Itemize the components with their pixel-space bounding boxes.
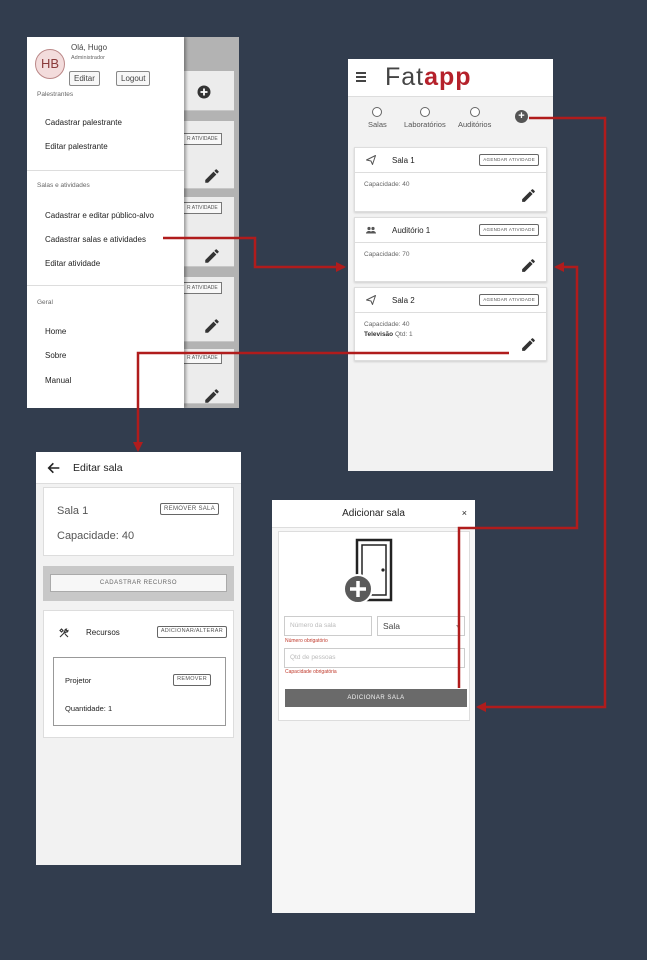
menu-item-edit-activity[interactable]: Editar atividade — [45, 259, 100, 268]
resource-quantity: Quantidade: 1 — [65, 704, 113, 713]
register-resource-band: CADASTRAR RECURSO — [43, 566, 234, 601]
edit-profile-button[interactable]: Editar — [69, 71, 100, 86]
close-icon[interactable]: × — [462, 508, 467, 518]
resources-card: Recursos ADICIONAR/ALTERAR Projetor REMO… — [43, 610, 234, 738]
pencil-icon[interactable] — [520, 187, 537, 204]
room-name: Sala 2 — [392, 296, 415, 305]
menu-item-register-rooms[interactable]: Cadastrar salas e atividades — [45, 235, 146, 244]
room-name: Auditório 1 — [392, 226, 431, 235]
room-number-input[interactable]: Número da sala — [284, 616, 372, 636]
remove-resource-button[interactable]: REMOVER — [173, 674, 211, 686]
resource-name: Projetor — [65, 676, 92, 685]
room-capacity: Capacidade: 70 — [364, 251, 410, 258]
resource-item: Projetor REMOVER Quantidade: 1 — [53, 657, 226, 726]
tab-rooms[interactable]: Salas — [368, 107, 387, 129]
add-room-button[interactable]: ADICIONAR SALA — [285, 689, 467, 707]
pencil-icon — [205, 169, 219, 183]
send-icon — [366, 155, 376, 165]
background-chip: R ATIVIDADE — [184, 352, 222, 364]
room-capacity: Capacidade: 40 — [364, 181, 410, 188]
background-chip: R ATIVIDADE — [184, 202, 222, 214]
radio-icon — [419, 107, 430, 117]
tools-icon — [59, 628, 69, 638]
send-icon — [366, 295, 376, 305]
section-speakers: Palestrantes Cadastrar palestrante Edita… — [27, 89, 184, 171]
people-count-input[interactable]: Qtd de pessoas — [284, 648, 465, 668]
room-info-card: Sala 1 REMOVER SALA Capacidade: 40 — [43, 487, 234, 556]
menu-item-manual[interactable]: Manual — [45, 376, 71, 385]
pencil-icon — [205, 389, 219, 403]
menu-item-home[interactable]: Home — [45, 327, 66, 336]
room-card: Auditório 1 AGENDAR ATIVIDADE Capacidade… — [354, 217, 547, 282]
dialog-title: Adicionar sala — [342, 508, 405, 519]
room-resource: Televisão Qtd: 1 — [364, 331, 413, 338]
app-bar: Editar sala — [36, 452, 241, 484]
room-list-screen: Fatapp Salas Laboratórios Auditórios + S… — [348, 59, 553, 471]
schedule-activity-button[interactable]: AGENDAR ATIVIDADE — [479, 154, 539, 166]
app-bar: Fatapp — [348, 59, 553, 97]
section-general: Geral Home Sobre Manual — [27, 286, 184, 408]
radio-icon — [372, 107, 383, 117]
capacity-error: Capacidade obrigatória — [285, 669, 337, 675]
add-room-form: Número da sala Sala Número obrigatório Q… — [278, 531, 470, 721]
pencil-icon[interactable] — [520, 336, 537, 353]
pencil-icon[interactable] — [520, 257, 537, 274]
menu-item-edit-speaker[interactable]: Editar palestrante — [45, 142, 108, 151]
menu-item-about[interactable]: Sobre — [45, 351, 66, 360]
room-capacity: Capacidade: 40 — [57, 530, 135, 542]
room-name: Sala 1 — [392, 156, 415, 165]
section-rooms-activities: Salas e atividades Cadastrar e editar pú… — [27, 171, 184, 286]
user-header: HB Olá, Hugo Administrador Editar Logout — [27, 37, 184, 93]
dialog-header: Adicionar sala × — [272, 500, 475, 528]
room-capacity: Capacidade: 40 — [364, 321, 410, 328]
menu-item-audience[interactable]: Cadastrar e editar público-alvo — [45, 211, 154, 220]
background-chip: R ATIVIDADE — [184, 133, 222, 145]
schedule-activity-button[interactable]: AGENDAR ATIVIDADE — [479, 224, 539, 236]
edit-room-screen: Editar sala Sala 1 REMOVER SALA Capacida… — [36, 452, 241, 865]
tab-labs[interactable]: Laboratórios — [404, 107, 446, 129]
add-room-screen: Adicionar sala × Número da sala Sala Núm… — [272, 500, 475, 913]
resources-label: Recursos — [86, 628, 120, 637]
room-type-select[interactable]: Sala — [377, 616, 465, 636]
menu-item-register-speaker[interactable]: Cadastrar palestrante — [45, 118, 122, 127]
remove-room-button[interactable]: REMOVER SALA — [160, 503, 219, 515]
schedule-activity-button[interactable]: AGENDAR ATIVIDADE — [479, 294, 539, 306]
section-title: Palestrantes — [37, 91, 74, 98]
caret-down-icon — [456, 625, 460, 628]
app-logo: Fatapp — [385, 63, 472, 91]
plus-circle-icon — [197, 85, 211, 99]
pencil-icon — [205, 319, 219, 333]
drawer-screen: R ATIVIDADE R ATIVIDADE R ATIVIDADE R AT… — [27, 37, 239, 408]
section-title: Salas e atividades — [37, 182, 90, 189]
people-icon — [366, 226, 376, 234]
radio-icon — [469, 107, 480, 117]
greeting: Olá, Hugo — [71, 43, 108, 52]
navigation-drawer: HB Olá, Hugo Administrador Editar Logout… — [27, 37, 184, 408]
plus-circle-icon[interactable]: + — [515, 110, 528, 123]
tab-auditoriums[interactable]: Auditórios — [458, 107, 491, 129]
page-title: Editar sala — [73, 462, 123, 474]
room-card: Sala 1 AGENDAR ATIVIDADE Capacidade: 40 — [354, 147, 547, 212]
background-chip: R ATIVIDADE — [184, 282, 222, 294]
register-resource-button[interactable]: CADASTRAR RECURSO — [50, 574, 227, 592]
back-arrow-icon[interactable] — [46, 460, 62, 476]
room-name: Sala 1 — [57, 505, 89, 517]
user-role: Administrador — [71, 55, 105, 61]
avatar: HB — [35, 49, 65, 79]
logout-button[interactable]: Logout — [116, 71, 151, 86]
room-number-error: Número obrigatório — [285, 638, 328, 644]
add-change-resource-button[interactable]: ADICIONAR/ALTERAR — [156, 626, 227, 638]
room-card: Sala 2 AGENDAR ATIVIDADE Capacidade: 40 … — [354, 287, 547, 361]
hamburger-icon[interactable] — [356, 72, 366, 84]
pencil-icon — [205, 249, 219, 263]
door-add-icon — [343, 538, 393, 604]
section-title: Geral — [37, 299, 53, 306]
